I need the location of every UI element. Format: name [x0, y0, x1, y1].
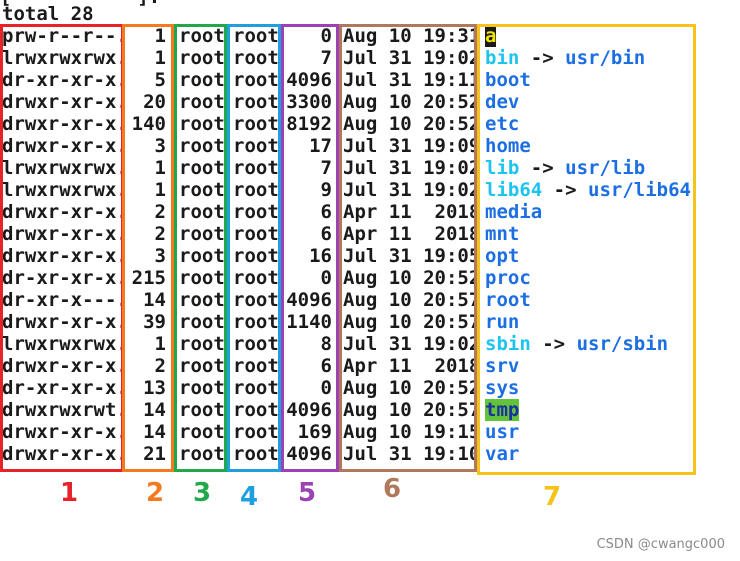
annotation-number-7: 7 — [543, 482, 562, 512]
annotation-number-3: 3 — [193, 478, 212, 508]
annotation-box-7 — [477, 24, 696, 475]
annotation-box-1 — [0, 24, 124, 472]
watermark: CSDN @cwangc000 — [596, 537, 725, 552]
annotation-number-6: 6 — [383, 474, 402, 504]
annotation-box-3 — [174, 24, 227, 472]
annotation-box-4 — [227, 24, 281, 472]
annotation-number-1: 1 — [60, 478, 79, 508]
total-line: total 28 — [2, 3, 94, 25]
annotation-box-2 — [122, 24, 174, 472]
annotation-number-5: 5 — [298, 478, 317, 508]
annotation-number-4: 4 — [240, 482, 259, 512]
annotation-box-6 — [339, 24, 477, 472]
annotation-box-5 — [281, 24, 339, 472]
annotation-number-2: 2 — [146, 478, 165, 508]
